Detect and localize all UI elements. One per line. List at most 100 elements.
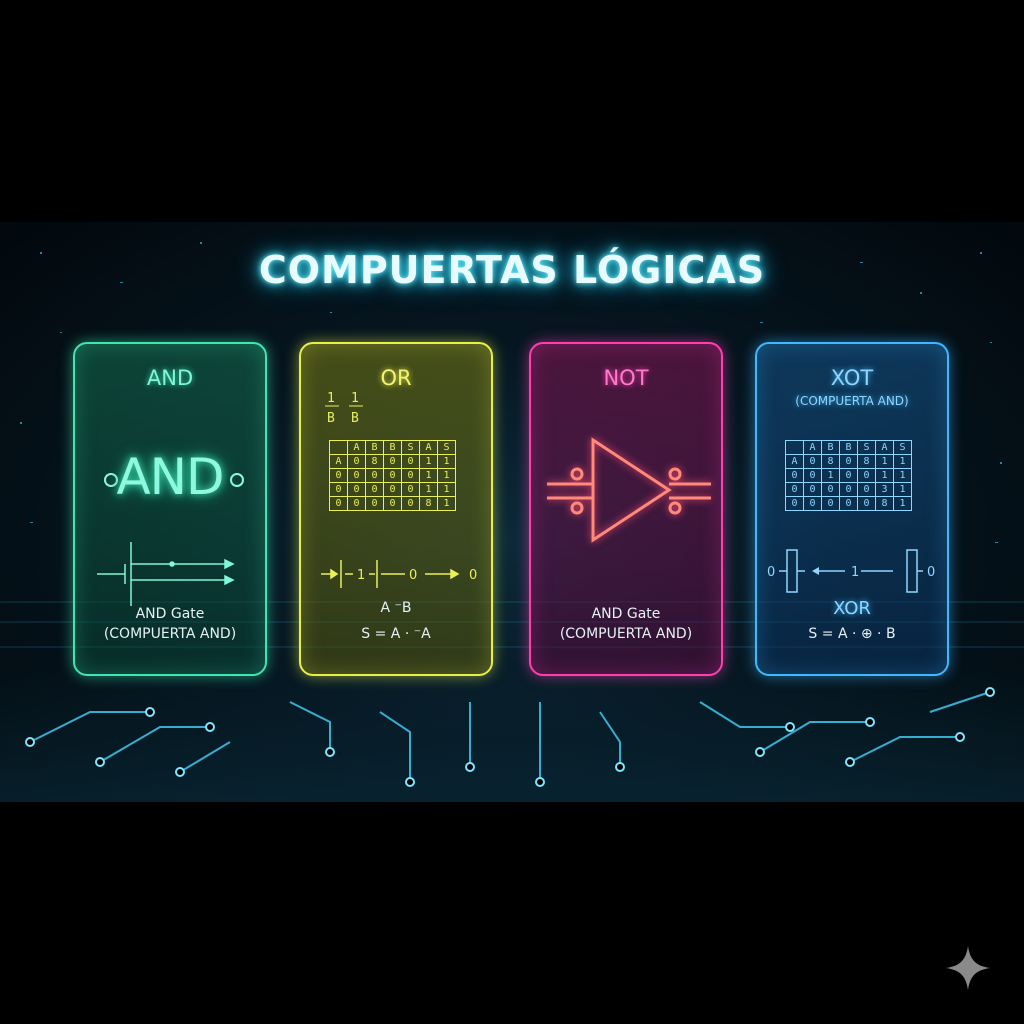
table-cell: 1 — [437, 454, 456, 469]
wire-label: 0 — [409, 568, 417, 583]
table-cell: S — [893, 440, 912, 455]
table-cell: 1 — [893, 496, 912, 511]
table-cell: 1 — [437, 496, 456, 511]
table-cell: B — [365, 440, 384, 455]
card-caption-sub: (COMPUERTA AND) — [559, 626, 693, 642]
table-cell: 1 — [437, 482, 456, 497]
table-cell: A — [329, 454, 348, 469]
table-cell: 8 — [419, 496, 438, 511]
header-mark: B — [327, 411, 335, 426]
table-cell: 0 — [401, 496, 420, 511]
table-cell: 0 — [329, 468, 348, 483]
table-row: ABBSAS — [329, 440, 456, 455]
table-cell: 3 — [875, 482, 894, 497]
table-cell: 1 — [893, 454, 912, 469]
table-cell: 8 — [857, 454, 876, 469]
table-cell: 8 — [875, 496, 894, 511]
table-cell: 0 — [857, 496, 876, 511]
table-row: 0000011 — [329, 482, 456, 497]
sparkle-icon — [946, 946, 990, 990]
table-cell: 0 — [401, 454, 420, 469]
wire-label: 0 — [927, 565, 935, 580]
and-symbol-text: AND — [116, 448, 224, 506]
page-title: COMPUERTAS LÓGICAS — [258, 248, 766, 292]
table-cell: 0 — [785, 468, 804, 483]
card-caption-sub: S = A · ⁻A — [361, 626, 431, 642]
table-row: 0010011 — [785, 468, 912, 483]
table-cell: 1 — [875, 468, 894, 483]
table-cell: 0 — [785, 496, 804, 511]
table-cell: 0 — [401, 482, 420, 497]
hero-scene: COMPUERTAS LÓGICAS AND AND AND Gate (COM… — [0, 222, 1024, 802]
table-cell: 0 — [803, 468, 822, 483]
truth-table: ABBSASA080011000001100000110000081 — [329, 440, 456, 511]
table-cell: 0 — [803, 454, 822, 469]
table-cell: B — [839, 440, 858, 455]
table-cell: 1 — [419, 482, 438, 497]
table-cell: 0 — [329, 482, 348, 497]
table-cell: 0 — [365, 496, 384, 511]
table-cell: 0 — [401, 468, 420, 483]
card-not-gate: NOT AND Gate (COMPUERTA AND) — [529, 342, 723, 676]
table-row: 0000031 — [785, 482, 912, 497]
table-cell: 0 — [347, 468, 366, 483]
table-cell: 0 — [857, 482, 876, 497]
table-cell: 0 — [383, 468, 402, 483]
table-cell: S — [401, 440, 420, 455]
truth-table: ABBSASA080811001001100000310000081 — [785, 440, 912, 511]
table-row: 0000011 — [329, 468, 456, 483]
table-cell: 0 — [857, 468, 876, 483]
table-row: A080811 — [785, 454, 912, 469]
wire-label: 1 — [851, 565, 859, 580]
card-and-gate: AND AND AND Gate (COMPUERTA AND) — [73, 342, 267, 676]
table-cell: 1 — [875, 454, 894, 469]
table-cell: A — [803, 440, 822, 455]
table-cell: A — [875, 440, 894, 455]
table-cell: 0 — [839, 482, 858, 497]
table-cell: 0 — [785, 482, 804, 497]
table-cell: 1 — [419, 454, 438, 469]
table-cell: 0 — [365, 468, 384, 483]
table-cell: 0 — [839, 468, 858, 483]
table-cell: B — [383, 440, 402, 455]
card-caption: AND Gate — [135, 606, 205, 622]
header-mark: 1 — [351, 391, 359, 406]
table-cell: S — [437, 440, 456, 455]
table-cell: 0 — [821, 482, 840, 497]
table-row: A080011 — [329, 454, 456, 469]
table-cell: S — [857, 440, 876, 455]
table-cell: A — [419, 440, 438, 455]
table-cell: 8 — [365, 454, 384, 469]
table-cell: 0 — [365, 482, 384, 497]
header-mark: 1 — [327, 391, 335, 406]
card-caption-sub: (COMPUERTA AND) — [103, 626, 237, 642]
wire-label: 0 — [469, 568, 477, 583]
table-cell: 0 — [347, 454, 366, 469]
table-cell: 0 — [821, 496, 840, 511]
table-cell — [785, 440, 804, 455]
table-cell: 0 — [839, 496, 858, 511]
card-caption: AND Gate — [591, 606, 661, 622]
card-xot-gate: XOT (COMPUERTA AND) 0 1 0 ABBSASA0808110… — [755, 342, 949, 676]
card-caption-sub: S = A · ⊕ · B — [808, 626, 896, 642]
table-row: 0000081 — [785, 496, 912, 511]
table-cell: 1 — [893, 482, 912, 497]
card-caption: XOR — [833, 598, 871, 619]
table-row: ABBSAS — [785, 440, 912, 455]
table-cell: 0 — [803, 482, 822, 497]
table-row: 0000081 — [329, 496, 456, 511]
table-cell: 0 — [383, 496, 402, 511]
table-cell: 8 — [821, 454, 840, 469]
table-cell: 0 — [803, 496, 822, 511]
table-cell: 1 — [893, 468, 912, 483]
table-cell: 0 — [329, 496, 348, 511]
card-caption: A ⁻B — [380, 600, 412, 616]
table-cell — [329, 440, 348, 455]
table-cell: 0 — [347, 496, 366, 511]
wire-label: 0 — [767, 565, 775, 580]
table-cell: 0 — [347, 482, 366, 497]
table-cell: 1 — [821, 468, 840, 483]
table-cell: B — [821, 440, 840, 455]
table-cell: 0 — [383, 454, 402, 469]
table-cell: 1 — [419, 468, 438, 483]
